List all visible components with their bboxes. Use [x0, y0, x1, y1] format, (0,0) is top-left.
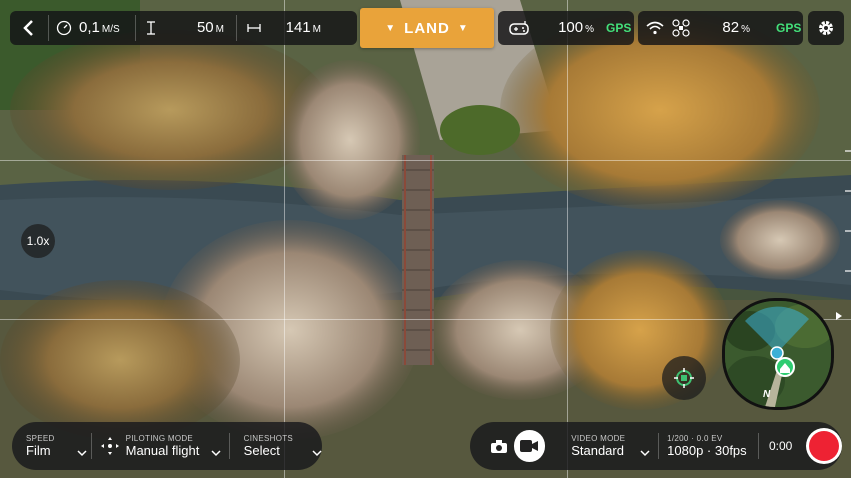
tilt-scale-tick: [845, 190, 851, 192]
drone-camera-view: 0,1 M/S 50 M 141 M ▼ LAND ▼ 100% GPS 82 …: [0, 0, 851, 478]
altitude-unit: M: [215, 24, 224, 35]
zoom-button[interactable]: 1.0x: [21, 224, 55, 258]
aerial-video-feed: [0, 0, 851, 478]
grid-line-vertical-left: [284, 0, 285, 478]
record-icon: [809, 431, 840, 461]
distance-readout: 141 M: [271, 19, 321, 37]
speed-unit: M/S: [101, 24, 120, 35]
speed-value: 0,1: [79, 19, 100, 36]
chevron-down-icon: [211, 450, 221, 457]
cineshots-value: Select: [243, 443, 280, 458]
speed-selector[interactable]: SPEED Film: [12, 434, 91, 458]
land-label: LAND: [404, 19, 450, 37]
grid-line-horizontal-bottom: [0, 319, 851, 320]
drone-battery-unit: %: [741, 24, 750, 35]
altitude-icon: [136, 20, 166, 36]
distance-unit: M: [312, 24, 321, 35]
gear-icon: [819, 21, 833, 35]
settings-button[interactable]: [808, 11, 844, 45]
back-button[interactable]: [10, 11, 48, 45]
controller-battery-unit: %: [585, 24, 594, 35]
drone-battery-value: 82: [722, 19, 740, 36]
caret-down-icon: ▼: [457, 22, 469, 34]
tilt-scale-tick: [845, 270, 851, 272]
photo-mode-button[interactable]: [484, 439, 514, 453]
controller-gps-indicator: GPS: [606, 21, 632, 35]
video-mode-button[interactable]: [513, 430, 546, 462]
divider: [757, 433, 759, 459]
speed-label: SPEED: [26, 434, 55, 443]
drone-status: 82% GPS: [638, 11, 803, 45]
altitude-value: 50: [196, 19, 214, 36]
move-arrows-icon: [100, 437, 119, 455]
chevron-left-icon: [23, 20, 33, 36]
camera-icon: [490, 439, 507, 453]
altitude-readout: 50 M: [166, 19, 224, 37]
land-button[interactable]: ▼ LAND ▼: [360, 8, 494, 48]
caret-down-icon: ▼: [385, 22, 397, 34]
crosshair-icon: [674, 368, 694, 388]
tilt-indicator-arrow: [836, 312, 842, 320]
compass-north-label: N: [763, 389, 771, 400]
piloting-mode-label: PILOTING MODE: [125, 434, 194, 443]
piloting-mode-value: Manual flight: [125, 443, 200, 458]
drone-icon: [668, 19, 694, 37]
video-mode-value: Standard: [571, 443, 624, 458]
tilt-scale-tick: [845, 150, 851, 152]
flight-settings-bar: SPEED Film PILOTING MODE Manual flight C…: [12, 422, 322, 470]
tilt-scale-tick: [845, 230, 851, 232]
speed-readout: 0,1 M/S: [79, 19, 135, 37]
record-button[interactable]: [806, 428, 842, 464]
wifi-icon: [642, 21, 668, 35]
exposure-label: 1/200 · 0.0 EV: [667, 434, 723, 443]
cineshots-label: CINESHOTS: [243, 434, 294, 443]
speedometer-icon: [49, 20, 79, 36]
video-mode-label: VIDEO MODE: [571, 434, 626, 443]
drone-battery: 82%: [694, 19, 750, 37]
minimap[interactable]: N: [722, 298, 834, 410]
chevron-down-icon: [640, 450, 650, 457]
drone-gps-indicator: GPS: [776, 21, 802, 35]
gamepad-icon: [502, 20, 536, 36]
controller-battery-value: 100: [558, 19, 584, 36]
exposure-settings[interactable]: 1/200 · 0.0 EV 1080p · 30fps: [659, 434, 758, 458]
grid-line-vertical-right: [567, 0, 568, 478]
resolution-value: 1080p · 30fps: [667, 443, 747, 458]
video-icon: [520, 440, 539, 452]
camera-settings-bar: VIDEO MODE Standard 1/200 · 0.0 EV 1080p…: [470, 422, 842, 470]
minimap-view: [725, 301, 831, 407]
video-mode-selector[interactable]: VIDEO MODE Standard: [571, 434, 650, 458]
record-timer: 0:00: [768, 439, 793, 453]
telemetry-bar: 0,1 M/S 50 M 141 M: [10, 11, 357, 45]
chevron-down-icon: [77, 450, 87, 457]
center-target-button[interactable]: [662, 356, 706, 400]
controller-status: 100% GPS: [498, 11, 634, 45]
grid-line-horizontal-top: [0, 160, 851, 161]
piloting-mode-selector[interactable]: PILOTING MODE Manual flight: [92, 434, 229, 458]
distance-value: 141: [285, 19, 311, 36]
chevron-down-icon: [312, 450, 322, 457]
distance-icon: [237, 23, 271, 33]
controller-battery: 100%: [536, 19, 594, 37]
cineshots-selector[interactable]: CINESHOTS Select: [230, 434, 322, 458]
